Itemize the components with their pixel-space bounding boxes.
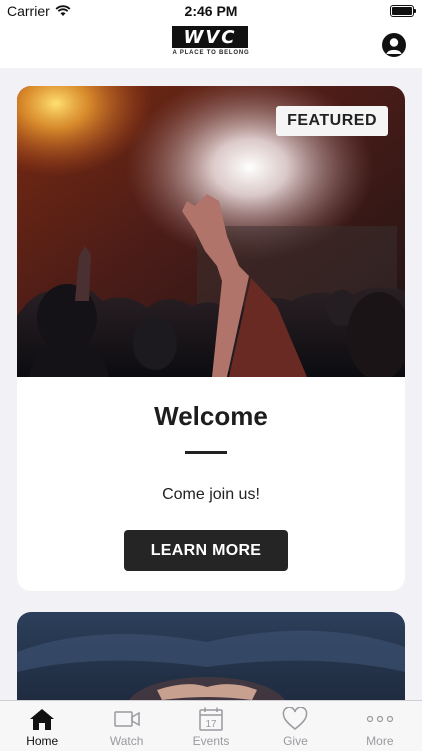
card-title: Welcome [154, 401, 268, 431]
home-icon [30, 709, 55, 730]
user-icon [386, 38, 402, 54]
featured-image: FEATURED [17, 86, 405, 377]
tab-events[interactable]: 17 Events [169, 701, 253, 751]
logo-mark: WVC [172, 26, 248, 48]
tab-watch-label: Watch [109, 734, 144, 748]
tab-home[interactable]: Home [0, 701, 84, 751]
card-subtitle: Come join us! [162, 486, 260, 503]
tab-more-label: More [366, 734, 394, 748]
video-icon [113, 711, 140, 727]
profile-button[interactable] [382, 33, 406, 57]
tab-give-label: Give [283, 734, 308, 748]
featured-badge: FEATURED [276, 106, 388, 136]
calendar-day: 17 [205, 719, 217, 730]
calendar-icon: 17 [199, 707, 223, 731]
title-divider [185, 451, 227, 454]
learn-more-button[interactable]: LEARN MORE [124, 530, 288, 571]
tab-watch[interactable]: Watch [84, 701, 168, 751]
tab-more[interactable]: More [338, 701, 422, 751]
status-bar: Carrier 2:46 PM [0, 0, 422, 22]
status-time: 2:46 PM [184, 3, 238, 19]
heart-icon [283, 707, 308, 730]
tab-events-label: Events [192, 734, 230, 748]
tab-home-label: Home [26, 734, 59, 748]
app-header: WVC A PLACE TO BELONG [0, 22, 422, 68]
featured-card[interactable]: FEATURED Welcome Come join us! LEARN MOR… [17, 86, 405, 591]
app-logo: WVC A PLACE TO BELONG [172, 26, 250, 60]
tab-give[interactable]: Give [253, 701, 337, 751]
tab-bar: Home Watch 17 Events Give More [0, 700, 422, 751]
logo-tagline: A PLACE TO BELONG [172, 50, 250, 56]
battery-icon [390, 5, 416, 17]
more-icon [366, 715, 393, 723]
